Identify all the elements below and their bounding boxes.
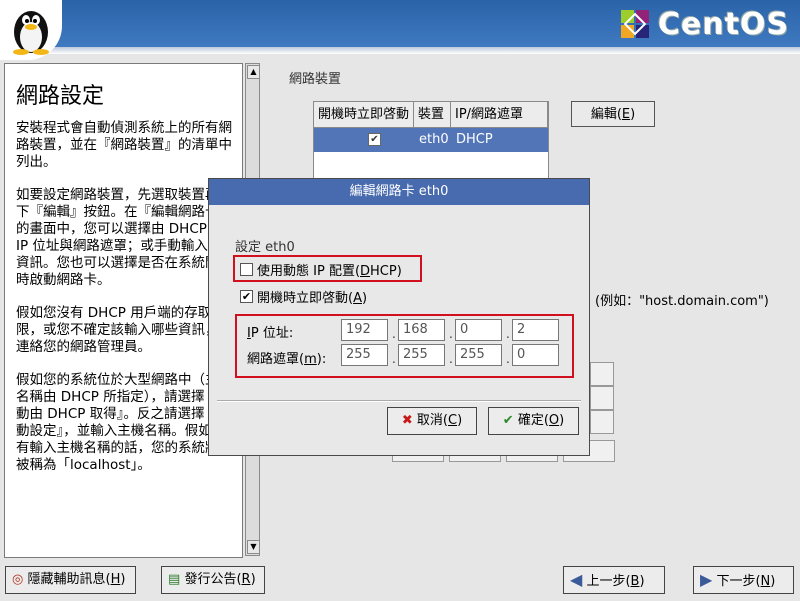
tux-penguin-icon (0, 0, 62, 60)
dhcp-key: D (360, 264, 371, 279)
next-label: 下一步( (716, 574, 761, 589)
edit-nic-dialog: 編輯網路卡 eth0 設定 eth0 使用動態 IP 配置(DHCP) ✔ 開機… (208, 178, 590, 456)
hide-help-label: 隱藏輔助訊息( (27, 572, 111, 587)
dot-separator: . (506, 327, 510, 341)
dhcp-checkbox[interactable] (240, 263, 253, 276)
ip-octet-2[interactable]: 168 (398, 319, 445, 341)
next-button[interactable]: ▶ 下一步(N) (693, 566, 794, 594)
mask-label: 網路遮罩(m): (247, 352, 327, 367)
back-key: B (630, 574, 640, 589)
onboot-key: A (353, 291, 362, 306)
mask-octet-4[interactable]: 0 (512, 344, 559, 366)
release-notes-button[interactable]: ▤ 發行公告(R) (161, 566, 265, 594)
column-header-onboot[interactable]: 開機時立即啓動 (314, 102, 414, 128)
hide-help-key: H (110, 572, 121, 587)
ok-key: O (548, 413, 560, 428)
release-notes-key: R (241, 572, 251, 587)
dhcp-label-text: 使用動態 IP 配置( (257, 264, 361, 279)
centos-logo: CentOS (618, 6, 789, 42)
devices-table[interactable]: 開機時立即啓動 裝置 IP/網路遮罩 ✔ eth0 DHCP (313, 101, 549, 179)
dot-separator: . (392, 327, 396, 341)
arrow-right-icon: ▶ (700, 570, 713, 589)
dhcp-label-rest: HCP) (370, 264, 402, 279)
row-ip: DHCP (456, 132, 493, 147)
ip-octet-1[interactable]: 192 (341, 319, 388, 341)
dot-separator: . (449, 352, 453, 366)
cancel-icon: ✖ (401, 413, 413, 428)
scroll-up-icon[interactable]: ▲ (247, 65, 260, 79)
edit-button-label: 編輯( (590, 107, 622, 122)
column-header-ip[interactable]: IP/網路遮罩 (451, 102, 548, 128)
row-device: eth0 (419, 132, 449, 147)
hide-help-button[interactable]: ◎ 隱藏輔助訊息(H) (5, 566, 136, 594)
onboot-label-text: 開機時立即啓動( (257, 291, 354, 306)
dialog-title: 編輯網路卡 eth0 (209, 179, 589, 205)
background-field (590, 410, 614, 434)
dot-separator: . (392, 352, 396, 366)
ok-button[interactable]: ✔ 確定(O) (488, 407, 579, 435)
dot-separator: . (449, 327, 453, 341)
back-label: 上一步( (586, 574, 631, 589)
help-paragraph: 安裝程式會自動偵測系統上的所有網路裝置，並在『網路裝置』的清單中列出。 (16, 120, 232, 170)
centos-wordmark: CentOS (658, 6, 790, 42)
onboot-checkbox[interactable]: ✔ (240, 290, 253, 303)
config-label: 設定 eth0 (235, 240, 295, 255)
arrow-left-icon: ◀ (570, 570, 583, 589)
cancel-key: C (447, 413, 458, 428)
ip-octet-3[interactable]: 0 (455, 319, 502, 341)
row-active-checkbox[interactable]: ✔ (368, 133, 381, 146)
checkmark-icon: ✔ (502, 413, 514, 428)
mask-octet-2[interactable]: 255 (398, 344, 445, 366)
ip-label: IP 位址: (247, 322, 293, 341)
mask-label-text: 網路遮罩( (247, 352, 305, 367)
ip-label-text: P 位址: (250, 326, 294, 341)
dialog-separator (217, 400, 581, 402)
header-shadow (0, 47, 800, 54)
cancel-label: 取消( (416, 413, 448, 428)
onboot-label[interactable]: 開機時立即啓動(A) (257, 287, 367, 306)
centos-emblem-icon (621, 10, 649, 38)
scroll-down-icon[interactable]: ▼ (247, 540, 260, 554)
mask-octet-1[interactable]: 255 (341, 344, 388, 366)
dhcp-label[interactable]: 使用動態 IP 配置(DHCP) (257, 260, 402, 279)
back-button[interactable]: ◀ 上一步(B) (563, 566, 665, 594)
column-header-device[interactable]: 裝置 (414, 102, 451, 128)
mask-key: m (304, 352, 317, 367)
next-key: N (760, 574, 771, 589)
edit-button[interactable]: 編輯(E) (571, 101, 655, 127)
lifebuoy-icon: ◎ (12, 572, 24, 587)
devices-label: 網路裝置 (289, 72, 342, 87)
document-icon: ▤ (168, 572, 181, 587)
ip-octet-4[interactable]: 2 (512, 319, 559, 341)
help-title: 網路設定 (16, 84, 105, 109)
table-row[interactable]: ✔ eth0 DHCP (314, 128, 548, 152)
mask-octet-3[interactable]: 255 (455, 344, 502, 366)
hostname-example: (例如："host.domain.com") (595, 294, 769, 309)
dot-separator: . (506, 352, 510, 366)
release-notes-label: 發行公告( (184, 572, 242, 587)
background-field (590, 386, 614, 410)
edit-button-key: E (621, 107, 631, 122)
background-field (590, 362, 614, 386)
ok-label: 確定( (517, 413, 549, 428)
cancel-button[interactable]: ✖ 取消(C) (387, 407, 477, 435)
